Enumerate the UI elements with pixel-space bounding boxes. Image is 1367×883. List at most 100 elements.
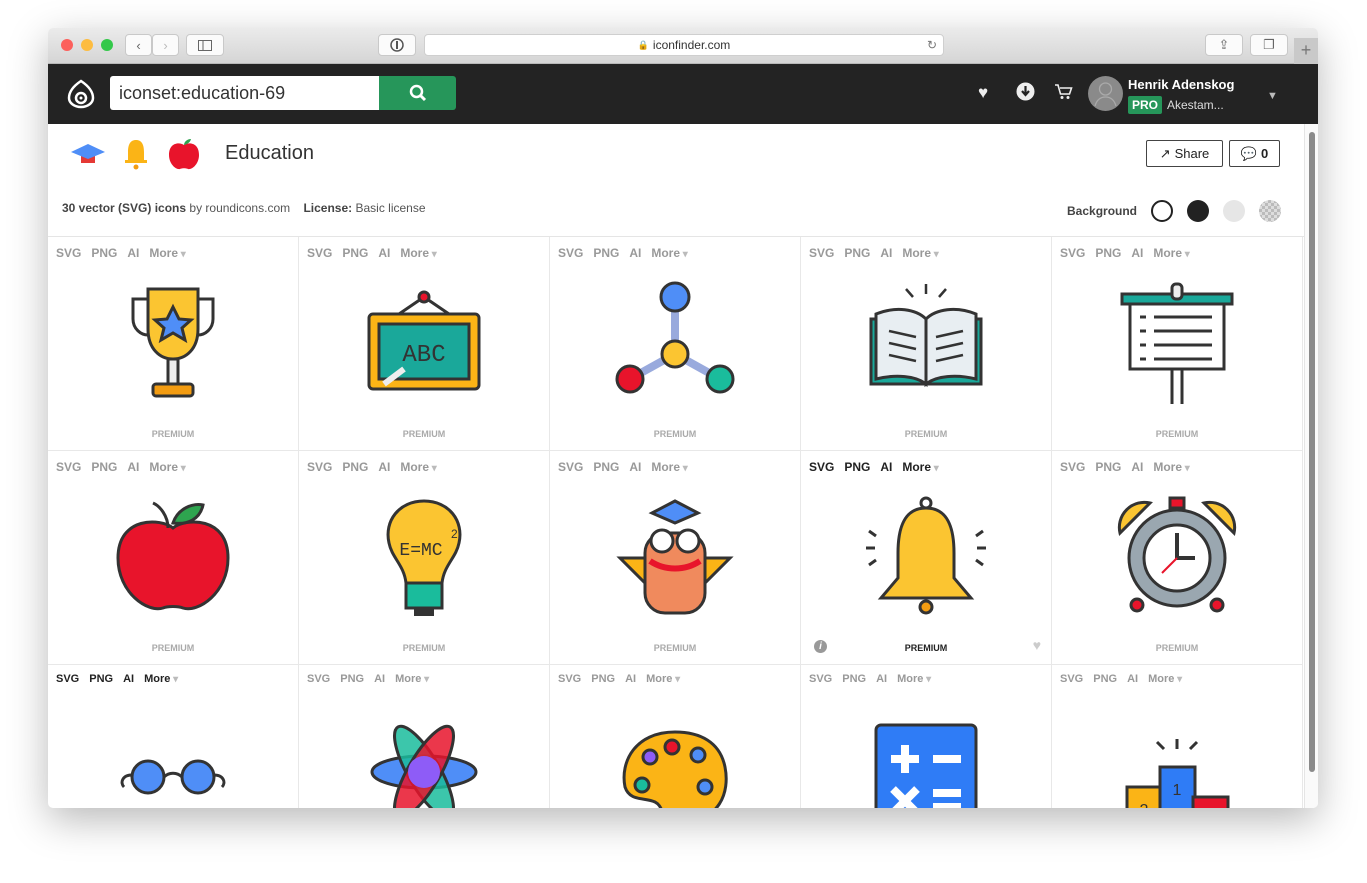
format-svg-link[interactable]: SVG: [809, 673, 832, 685]
format-svg-link[interactable]: SVG: [56, 673, 79, 685]
format-svg-link[interactable]: SVG: [809, 246, 834, 260]
icon-cell-molecule[interactable]: SVG PNG AI More PREMIUM: [550, 237, 801, 451]
tabs-button[interactable]: ❐: [1250, 34, 1288, 56]
format-more-link[interactable]: More: [651, 460, 687, 474]
format-svg-link[interactable]: SVG: [1060, 246, 1085, 260]
background-white-swatch[interactable]: [1151, 200, 1173, 222]
new-tab-button[interactable]: +: [1294, 38, 1318, 64]
format-png-link[interactable]: PNG: [342, 246, 368, 260]
lightbulb-emc2-icon[interactable]: E=MC 2: [359, 493, 489, 633]
icon-cell-open-book[interactable]: SVG PNG AI More PREMIUM: [801, 237, 1052, 451]
icon-cell-atom[interactable]: SVG PNG AI More: [299, 665, 550, 808]
format-more-link[interactable]: More: [149, 460, 185, 474]
format-png-link[interactable]: PNG: [91, 460, 117, 474]
share-browser-button[interactable]: ⇪: [1205, 34, 1243, 56]
icon-cell-glasses[interactable]: SVG PNG AI More: [48, 665, 299, 808]
icon-cell-trophy[interactable]: SVG PNG AI More PREMIUM: [48, 237, 299, 451]
format-svg-link[interactable]: SVG: [1060, 460, 1085, 474]
format-ai-link[interactable]: AI: [880, 460, 892, 474]
format-more-link[interactable]: More: [1153, 460, 1189, 474]
search-button[interactable]: [379, 76, 456, 110]
format-png-link[interactable]: PNG: [1095, 460, 1121, 474]
format-ai-link[interactable]: AI: [127, 246, 139, 260]
apple-icon[interactable]: [108, 493, 238, 633]
format-svg-link[interactable]: SVG: [558, 246, 583, 260]
owl-graduate-icon[interactable]: [610, 493, 740, 633]
scrollbar[interactable]: [1304, 124, 1318, 808]
format-svg-link[interactable]: SVG: [307, 246, 332, 260]
maximize-window-button[interactable]: [101, 39, 113, 51]
background-black-swatch[interactable]: [1187, 200, 1209, 222]
chalkboard-abc-icon[interactable]: ABC: [359, 279, 489, 419]
icon-cell-apple[interactable]: SVG PNG AI More PREMIUM: [48, 451, 299, 665]
sidebar-toggle-button[interactable]: [186, 34, 224, 56]
iconfinder-logo[interactable]: [66, 79, 96, 109]
format-ai-link[interactable]: AI: [378, 246, 390, 260]
icon-cell-podium[interactable]: SVGPNGAIMore213: [1052, 665, 1303, 808]
format-ai-link[interactable]: AI: [1131, 460, 1143, 474]
format-png-link[interactable]: PNG: [591, 673, 615, 685]
format-ai-link[interactable]: AI: [127, 460, 139, 474]
icon-cell-calculator[interactable]: SVG PNG AI More: [801, 665, 1052, 808]
minimize-window-button[interactable]: [81, 39, 93, 51]
icon-cell-lightbulb-emc2[interactable]: SVG PNG AI More E=MC 2 PREMIUM: [299, 451, 550, 665]
background-transparent-swatch[interactable]: [1259, 200, 1281, 222]
format-more-link[interactable]: More: [1153, 246, 1189, 260]
license-link[interactable]: Basic license: [355, 201, 425, 215]
alarm-clock-icon[interactable]: [1112, 493, 1242, 633]
format-ai-link[interactable]: AI: [625, 673, 636, 685]
format-png-link[interactable]: PNG: [91, 246, 117, 260]
format-more-link[interactable]: More: [902, 246, 938, 260]
user-name[interactable]: Henrik Adenskog: [1128, 77, 1234, 92]
format-png-link[interactable]: PNG: [844, 460, 870, 474]
author-link[interactable]: by roundicons.com: [189, 201, 290, 215]
close-window-button[interactable]: [61, 39, 73, 51]
format-svg-link[interactable]: SVG: [558, 673, 581, 685]
scrollbar-thumb[interactable]: [1309, 132, 1315, 772]
format-more-link[interactable]: More: [646, 673, 680, 685]
trophy-icon[interactable]: [108, 279, 238, 419]
back-button[interactable]: ‹: [125, 34, 152, 56]
format-svg-link[interactable]: SVG: [56, 460, 81, 474]
icon-cell-alarm-clock[interactable]: SVG PNG AI More PREMIUM: [1052, 451, 1303, 665]
presentation-board-icon[interactable]: [1112, 279, 1242, 419]
format-ai-link[interactable]: AI: [1131, 246, 1143, 260]
format-ai-link[interactable]: AI: [880, 246, 892, 260]
format-more-link[interactable]: More: [395, 673, 429, 685]
glasses-icon[interactable]: [108, 697, 238, 808]
format-ai-link[interactable]: AI: [629, 460, 641, 474]
reader-button[interactable]: [378, 34, 416, 56]
search-input[interactable]: iconset:education-69: [110, 76, 380, 110]
format-svg-link[interactable]: SVG: [307, 673, 330, 685]
paint-palette-icon[interactable]: [610, 697, 740, 808]
format-more-link[interactable]: More: [144, 673, 178, 685]
format-svg-link[interactable]: SVG: [56, 246, 81, 260]
format-more-link[interactable]: More: [897, 673, 931, 685]
molecule-icon[interactable]: [610, 279, 740, 419]
icon-cell-owl-graduate[interactable]: SVG PNG AI More PREMIUM: [550, 451, 801, 665]
reload-icon[interactable]: ↻: [927, 38, 937, 52]
address-bar[interactable]: 🔒 iconfinder.com ↻: [424, 34, 944, 56]
format-ai-link[interactable]: AI: [1127, 673, 1138, 685]
comments-button[interactable]: 💬 0: [1229, 140, 1280, 167]
format-svg-link[interactable]: SVG: [307, 460, 332, 474]
format-more-link[interactable]: More: [149, 246, 185, 260]
format-ai-link[interactable]: AI: [876, 673, 887, 685]
format-png-link[interactable]: PNG: [593, 246, 619, 260]
open-book-icon[interactable]: [861, 279, 991, 419]
share-button[interactable]: ↗ Share: [1146, 140, 1223, 167]
format-png-link[interactable]: PNG: [340, 673, 364, 685]
icon-cell-chalkboard-abc[interactable]: SVG PNG AI More ABC PREMIUM: [299, 237, 550, 451]
format-png-link[interactable]: PNG: [593, 460, 619, 474]
bell-icon[interactable]: [861, 493, 991, 633]
format-png-link[interactable]: PNG: [842, 673, 866, 685]
icon-cell-paint-palette[interactable]: SVG PNG AI More: [550, 665, 801, 808]
format-png-link[interactable]: PNG: [1093, 673, 1117, 685]
format-more-link[interactable]: More: [400, 246, 436, 260]
format-svg-link[interactable]: SVG: [809, 460, 834, 474]
format-more-link[interactable]: More: [651, 246, 687, 260]
format-more-link[interactable]: More: [1148, 673, 1182, 685]
user-menu-chevron-down-icon[interactable]: ▼: [1267, 90, 1278, 102]
avatar[interactable]: [1088, 76, 1123, 111]
format-ai-link[interactable]: AI: [123, 673, 134, 685]
